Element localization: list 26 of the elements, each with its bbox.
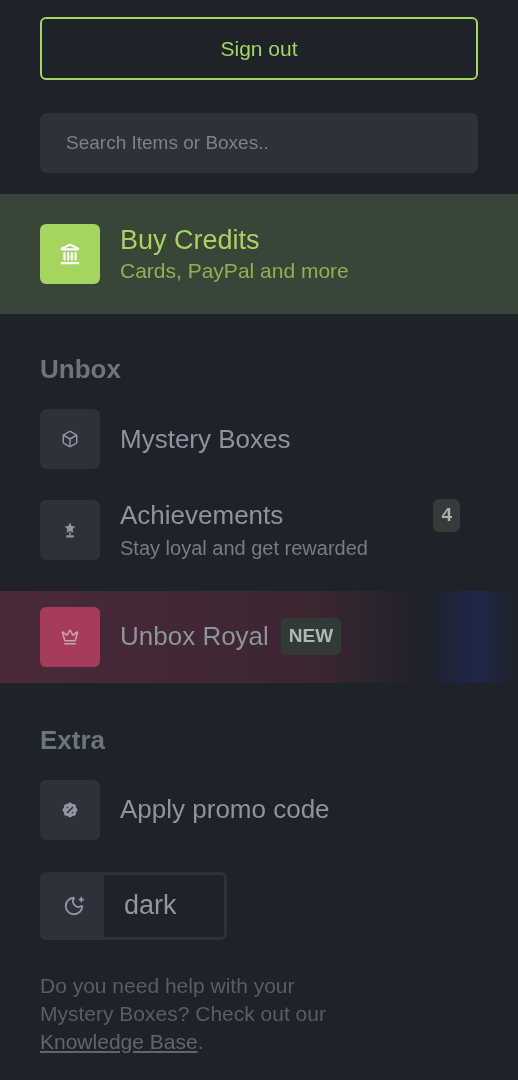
menu-item[interactable]: Achievements 4 Stay loyal and get rewarded (0, 499, 518, 561)
banner-subtitle: Cards, PayPal and more (120, 257, 349, 284)
item-label: Achievements (120, 499, 284, 532)
banner-title: Buy Credits (120, 224, 261, 257)
crown-icon (61, 627, 79, 646)
section-heading: Extra (39, 723, 107, 757)
item-label: Mystery Boxes (120, 422, 291, 456)
box-icon (61, 430, 79, 448)
moon-star-icon (62, 894, 85, 917)
new-badge: NEW (280, 618, 342, 655)
knowledge-base-link[interactable]: Knowledge Base (40, 1029, 198, 1053)
item-label: Unbox Royal (120, 620, 269, 653)
bank-icon (59, 243, 81, 265)
section-heading: Unbox (39, 353, 122, 386)
item-label: Apply promo code (120, 793, 330, 826)
percent-badge-icon (60, 799, 80, 820)
search-field[interactable]: Search Items or Boxes.. (40, 113, 478, 173)
count-badge: 4 (433, 499, 460, 532)
sign-out-button[interactable]: Sign out (40, 17, 478, 80)
menu-item[interactable]: Apply promo code (0, 779, 518, 840)
theme-toggle[interactable]: dark (40, 871, 227, 940)
buy-credits-banner[interactable]: Buy Credits Cards, PayPal and more (0, 194, 518, 314)
item-subtitle: Stay loyal and get rewarded (120, 535, 369, 561)
menu-item[interactable]: Mystery Boxes (0, 409, 518, 469)
help-text: Do you need help with your Mystery Boxes? Check out our Knowledge Base. (39, 972, 327, 1055)
theme-label: dark (123, 889, 177, 923)
